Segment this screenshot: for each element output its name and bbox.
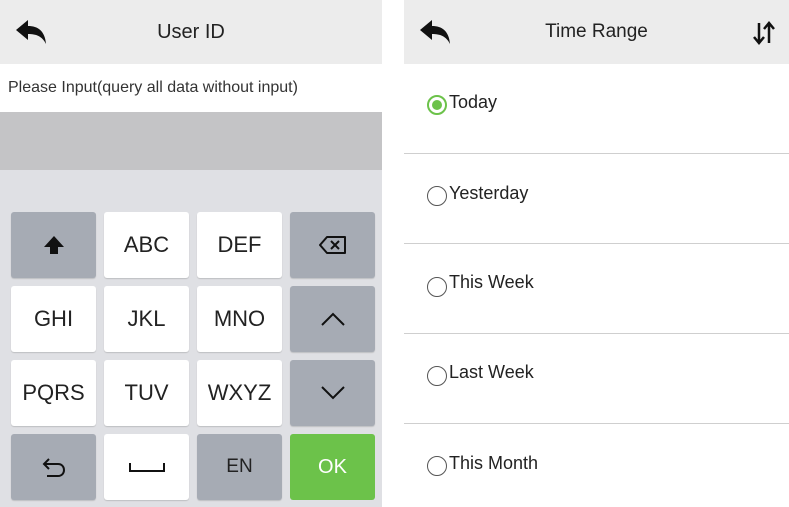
page-title: Time Range <box>545 21 648 42</box>
option-label: This Month <box>449 453 539 473</box>
user-id-panel: User ID Please Input(query all data with… <box>0 0 382 507</box>
return-icon <box>41 456 67 478</box>
key-wxyz[interactable]: WXYZ <box>197 360 282 426</box>
time-range-option[interactable]: This Week <box>404 244 789 334</box>
chevron-down-icon <box>320 385 346 401</box>
ok-button[interactable]: OK <box>290 434 375 500</box>
key-tuv[interactable]: TUV <box>104 360 189 426</box>
backspace-icon <box>318 235 347 255</box>
return-key[interactable] <box>11 434 96 500</box>
option-label: Last Week <box>449 362 534 382</box>
radio-unselected-icon[interactable] <box>427 277 447 297</box>
space-bar-icon <box>128 461 166 473</box>
key-pqrs[interactable]: PQRS <box>11 360 96 426</box>
key-ghi[interactable]: GHI <box>11 286 96 352</box>
time-range-option[interactable]: Yesterday <box>404 154 789 244</box>
radio-unselected-icon[interactable] <box>427 186 447 206</box>
key-def[interactable]: DEF <box>197 212 282 278</box>
language-key[interactable]: EN <box>197 434 282 500</box>
down-key[interactable] <box>290 360 375 426</box>
up-key[interactable] <box>290 286 375 352</box>
radio-unselected-icon[interactable] <box>427 366 447 386</box>
key-abc[interactable]: ABC <box>104 212 189 278</box>
backspace-key[interactable] <box>290 212 375 278</box>
key-mno[interactable]: MNO <box>197 286 282 352</box>
time-range-option[interactable]: This Month <box>404 424 789 507</box>
user-id-header: User ID <box>0 0 382 64</box>
page-title: User ID <box>157 21 225 43</box>
time-range-option[interactable]: Last Week <box>404 334 789 424</box>
input-prompt: Please Input(query all data without inpu… <box>0 64 382 114</box>
chevron-up-icon <box>320 311 346 327</box>
option-label: This Week <box>449 272 534 292</box>
t9-keyboard: ABC DEF GHI JKL MNO PQRS TUV WXYZ EN OK <box>0 170 382 507</box>
radio-selected-icon[interactable] <box>427 95 447 115</box>
option-label: Yesterday <box>449 183 529 203</box>
shift-arrow-icon <box>43 234 65 256</box>
space-key[interactable] <box>104 434 189 500</box>
key-jkl[interactable]: JKL <box>104 286 189 352</box>
time-range-option[interactable]: Today <box>404 64 789 154</box>
user-id-input[interactable] <box>0 112 382 170</box>
shift-key[interactable] <box>11 212 96 278</box>
time-range-header: Time Range <box>404 0 789 64</box>
sort-icon[interactable] <box>751 20 777 46</box>
time-range-panel: Time Range Today Yesterday This Week Last W… <box>404 0 789 507</box>
radio-unselected-icon[interactable] <box>427 456 447 476</box>
option-label: Today <box>449 92 498 112</box>
